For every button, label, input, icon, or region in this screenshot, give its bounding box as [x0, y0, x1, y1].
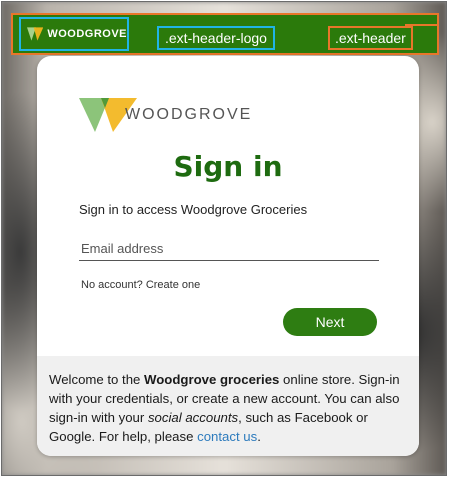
- contact-us-link[interactable]: contact us: [197, 429, 257, 444]
- footer-text: Welcome to the: [49, 372, 145, 387]
- card-logo-text: WOODGROVE: [125, 106, 253, 123]
- next-button[interactable]: Next: [283, 308, 377, 336]
- footer-store-name: Woodgrove groceries: [144, 372, 280, 387]
- ext-header-logo: WOODGROVE: [19, 17, 129, 51]
- screenshot-frame: WOODGROVE .ext-header-logo .ext-header W…: [1, 1, 447, 476]
- footer-text: .: [257, 429, 261, 444]
- page-title: Sign in: [173, 150, 283, 183]
- woodgrove-logo-icon: [27, 27, 44, 41]
- card-logo: WOODGROVE: [79, 98, 252, 132]
- email-field[interactable]: [79, 236, 379, 261]
- welcome-message: Welcome to the Woodgrove groceries onlin…: [37, 356, 419, 456]
- ext-header-label: .ext-header: [328, 26, 413, 50]
- page-subtitle: Sign in to access Woodgrove Groceries: [79, 202, 308, 217]
- footer-social-accounts: social accounts: [147, 410, 239, 425]
- ext-header-logo-label: .ext-header-logo: [157, 26, 275, 50]
- ext-header-connector: [405, 24, 439, 26]
- create-account-link[interactable]: No account? Create one: [81, 279, 200, 291]
- ext-header: WOODGROVE .ext-header-logo .ext-header: [11, 13, 439, 55]
- header-logo-text: WOODGROVE: [47, 28, 127, 40]
- sign-in-card: WOODGROVE Sign in Sign in to access Wood…: [37, 56, 419, 456]
